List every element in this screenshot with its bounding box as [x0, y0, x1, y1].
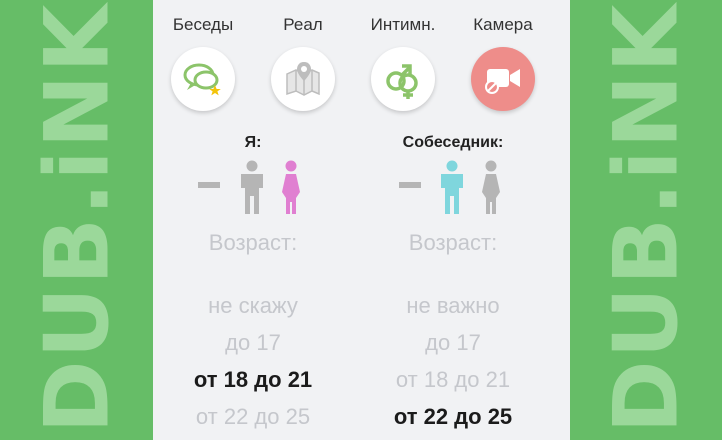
watermark-text: DUB.iNK [25, 2, 128, 434]
mode-camera[interactable]: Камера [453, 14, 553, 111]
mode-chat-label: Беседы [172, 15, 234, 34]
female-icon[interactable] [276, 160, 306, 216]
mode-real-button[interactable] [271, 47, 335, 111]
mode-real[interactable]: Реал [253, 14, 353, 111]
me-gender-selector [153, 160, 353, 216]
mode-intim[interactable]: Интимн. [353, 14, 453, 111]
me-age-label: Возраст: [208, 230, 298, 255]
age-option[interactable]: от 18 до 21 [353, 364, 553, 401]
age-option[interactable]: от 22 до 25 [153, 401, 353, 438]
mode-chat-button[interactable] [171, 47, 235, 111]
mode-camera-label: Камера [473, 15, 533, 34]
partner-title: Собеседник: [402, 134, 504, 151]
settings-panel: Беседы Реал Интимн. Камера Я: Собеседник… [153, 0, 570, 440]
male-icon[interactable] [237, 160, 267, 216]
gender-none-option[interactable] [198, 182, 220, 188]
partner-age-list: не важно до 17 от 18 до 21 от 22 до 25 [353, 290, 553, 438]
chat-bubbles-icon [183, 63, 221, 96]
partner-age-label: Возраст: [408, 230, 498, 255]
age-option[interactable]: до 17 [153, 327, 353, 364]
female-icon[interactable] [476, 160, 506, 216]
mode-intim-button[interactable] [371, 47, 435, 111]
gender-symbols-icon [386, 64, 418, 99]
me-age-list: не скажу до 17 от 18 до 21 от 22 до 25 [153, 290, 353, 438]
watermark-text: DUB.iNK [594, 2, 698, 434]
age-option[interactable]: от 22 до 25 [353, 401, 553, 438]
mode-real-label: Реал [283, 15, 323, 34]
age-option[interactable]: не важно [353, 290, 553, 327]
partner-column: Собеседник: [353, 132, 553, 216]
mode-camera-button[interactable] [471, 47, 535, 111]
me-title: Я: [244, 134, 262, 151]
left-banner: DUB.iNK [0, 0, 153, 440]
male-icon[interactable] [437, 160, 467, 216]
me-column: Я: [153, 132, 353, 216]
age-option[interactable]: от 18 до 21 [153, 364, 353, 401]
map-pin-icon [286, 62, 320, 96]
right-banner: DUB.iNK [570, 0, 722, 440]
age-option[interactable]: не скажу [153, 290, 353, 327]
mode-chat[interactable]: Беседы [153, 14, 253, 111]
partner-gender-selector [353, 160, 553, 216]
mode-intim-label: Интимн. [370, 15, 436, 34]
gender-none-option[interactable] [399, 182, 421, 188]
video-camera-off-icon [485, 69, 520, 94]
age-option[interactable]: до 17 [353, 327, 553, 364]
